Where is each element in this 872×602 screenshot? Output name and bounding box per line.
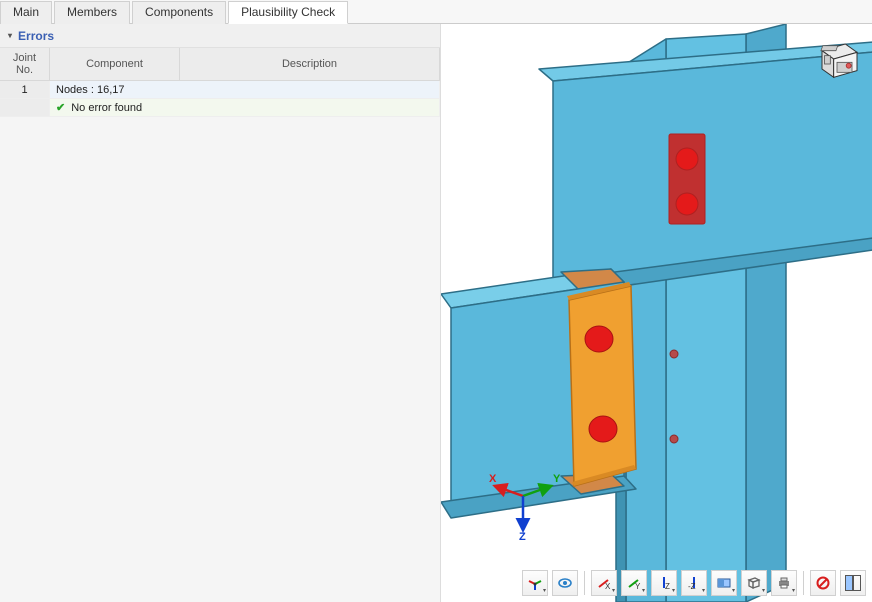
toggle-panel-icon[interactable] (840, 570, 866, 596)
panel-header[interactable]: ▾ Errors (0, 24, 440, 48)
joint-render (441, 24, 872, 602)
col-header-component: Component (50, 48, 180, 80)
cell-status: ✔ No error found (50, 99, 440, 116)
tab-plausibility-check[interactable]: Plausibility Check (228, 1, 348, 24)
axis-y-icon[interactable]: Y▾ (621, 570, 647, 596)
axis-neg-z-icon[interactable]: -Z▾ (681, 570, 707, 596)
tab-main[interactable]: Main (0, 1, 52, 24)
svg-text:X: X (605, 582, 611, 591)
3d-viewport[interactable]: X Y Z ▾ X▾ Y▾ (440, 24, 872, 602)
col-header-joint: JointNo. (0, 48, 50, 80)
clear-style-icon[interactable] (810, 570, 836, 596)
view-orientation-icon[interactable]: ▾ (522, 570, 548, 596)
cell-joint-no (0, 99, 50, 116)
results-panel: ▾ Errors JointNo. Component Description … (0, 24, 440, 602)
check-icon: ✔ (56, 101, 65, 114)
tab-members[interactable]: Members (54, 1, 130, 24)
svg-text:-Z: -Z (688, 582, 696, 591)
svg-text:Z: Z (665, 582, 670, 591)
wire-cube-icon[interactable]: ▾ (741, 570, 767, 596)
cell-joint-no: 1 (0, 81, 50, 98)
axis-z-icon[interactable]: Z▾ (651, 570, 677, 596)
chevron-down-icon: ▾ (8, 31, 12, 40)
tab-bar: Main Members Components Plausibility Che… (0, 0, 872, 24)
eye-icon[interactable] (552, 570, 578, 596)
shade-mode-icon[interactable]: ▾ (711, 570, 737, 596)
table-row[interactable]: 1 Nodes : 16,17 (0, 81, 440, 99)
viewport-toolbar: ▾ X▾ Y▾ Z▾ -Z▾ ▾ ▾ (522, 570, 866, 596)
axis-x-icon[interactable]: X▾ (591, 570, 617, 596)
svg-text:Y: Y (635, 582, 641, 591)
panel-title: Errors (18, 29, 54, 43)
cell-status-text: No error found (71, 102, 142, 114)
orientation-cube[interactable] (812, 34, 862, 84)
table-row[interactable]: ✔ No error found (0, 99, 440, 117)
tab-components[interactable]: Components (132, 1, 226, 24)
cell-nodes: Nodes : 16,17 (50, 81, 440, 98)
print-icon[interactable]: ▾ (771, 570, 797, 596)
col-header-description: Description (180, 48, 440, 80)
errors-table: JointNo. Component Description 1 Nodes :… (0, 48, 440, 117)
